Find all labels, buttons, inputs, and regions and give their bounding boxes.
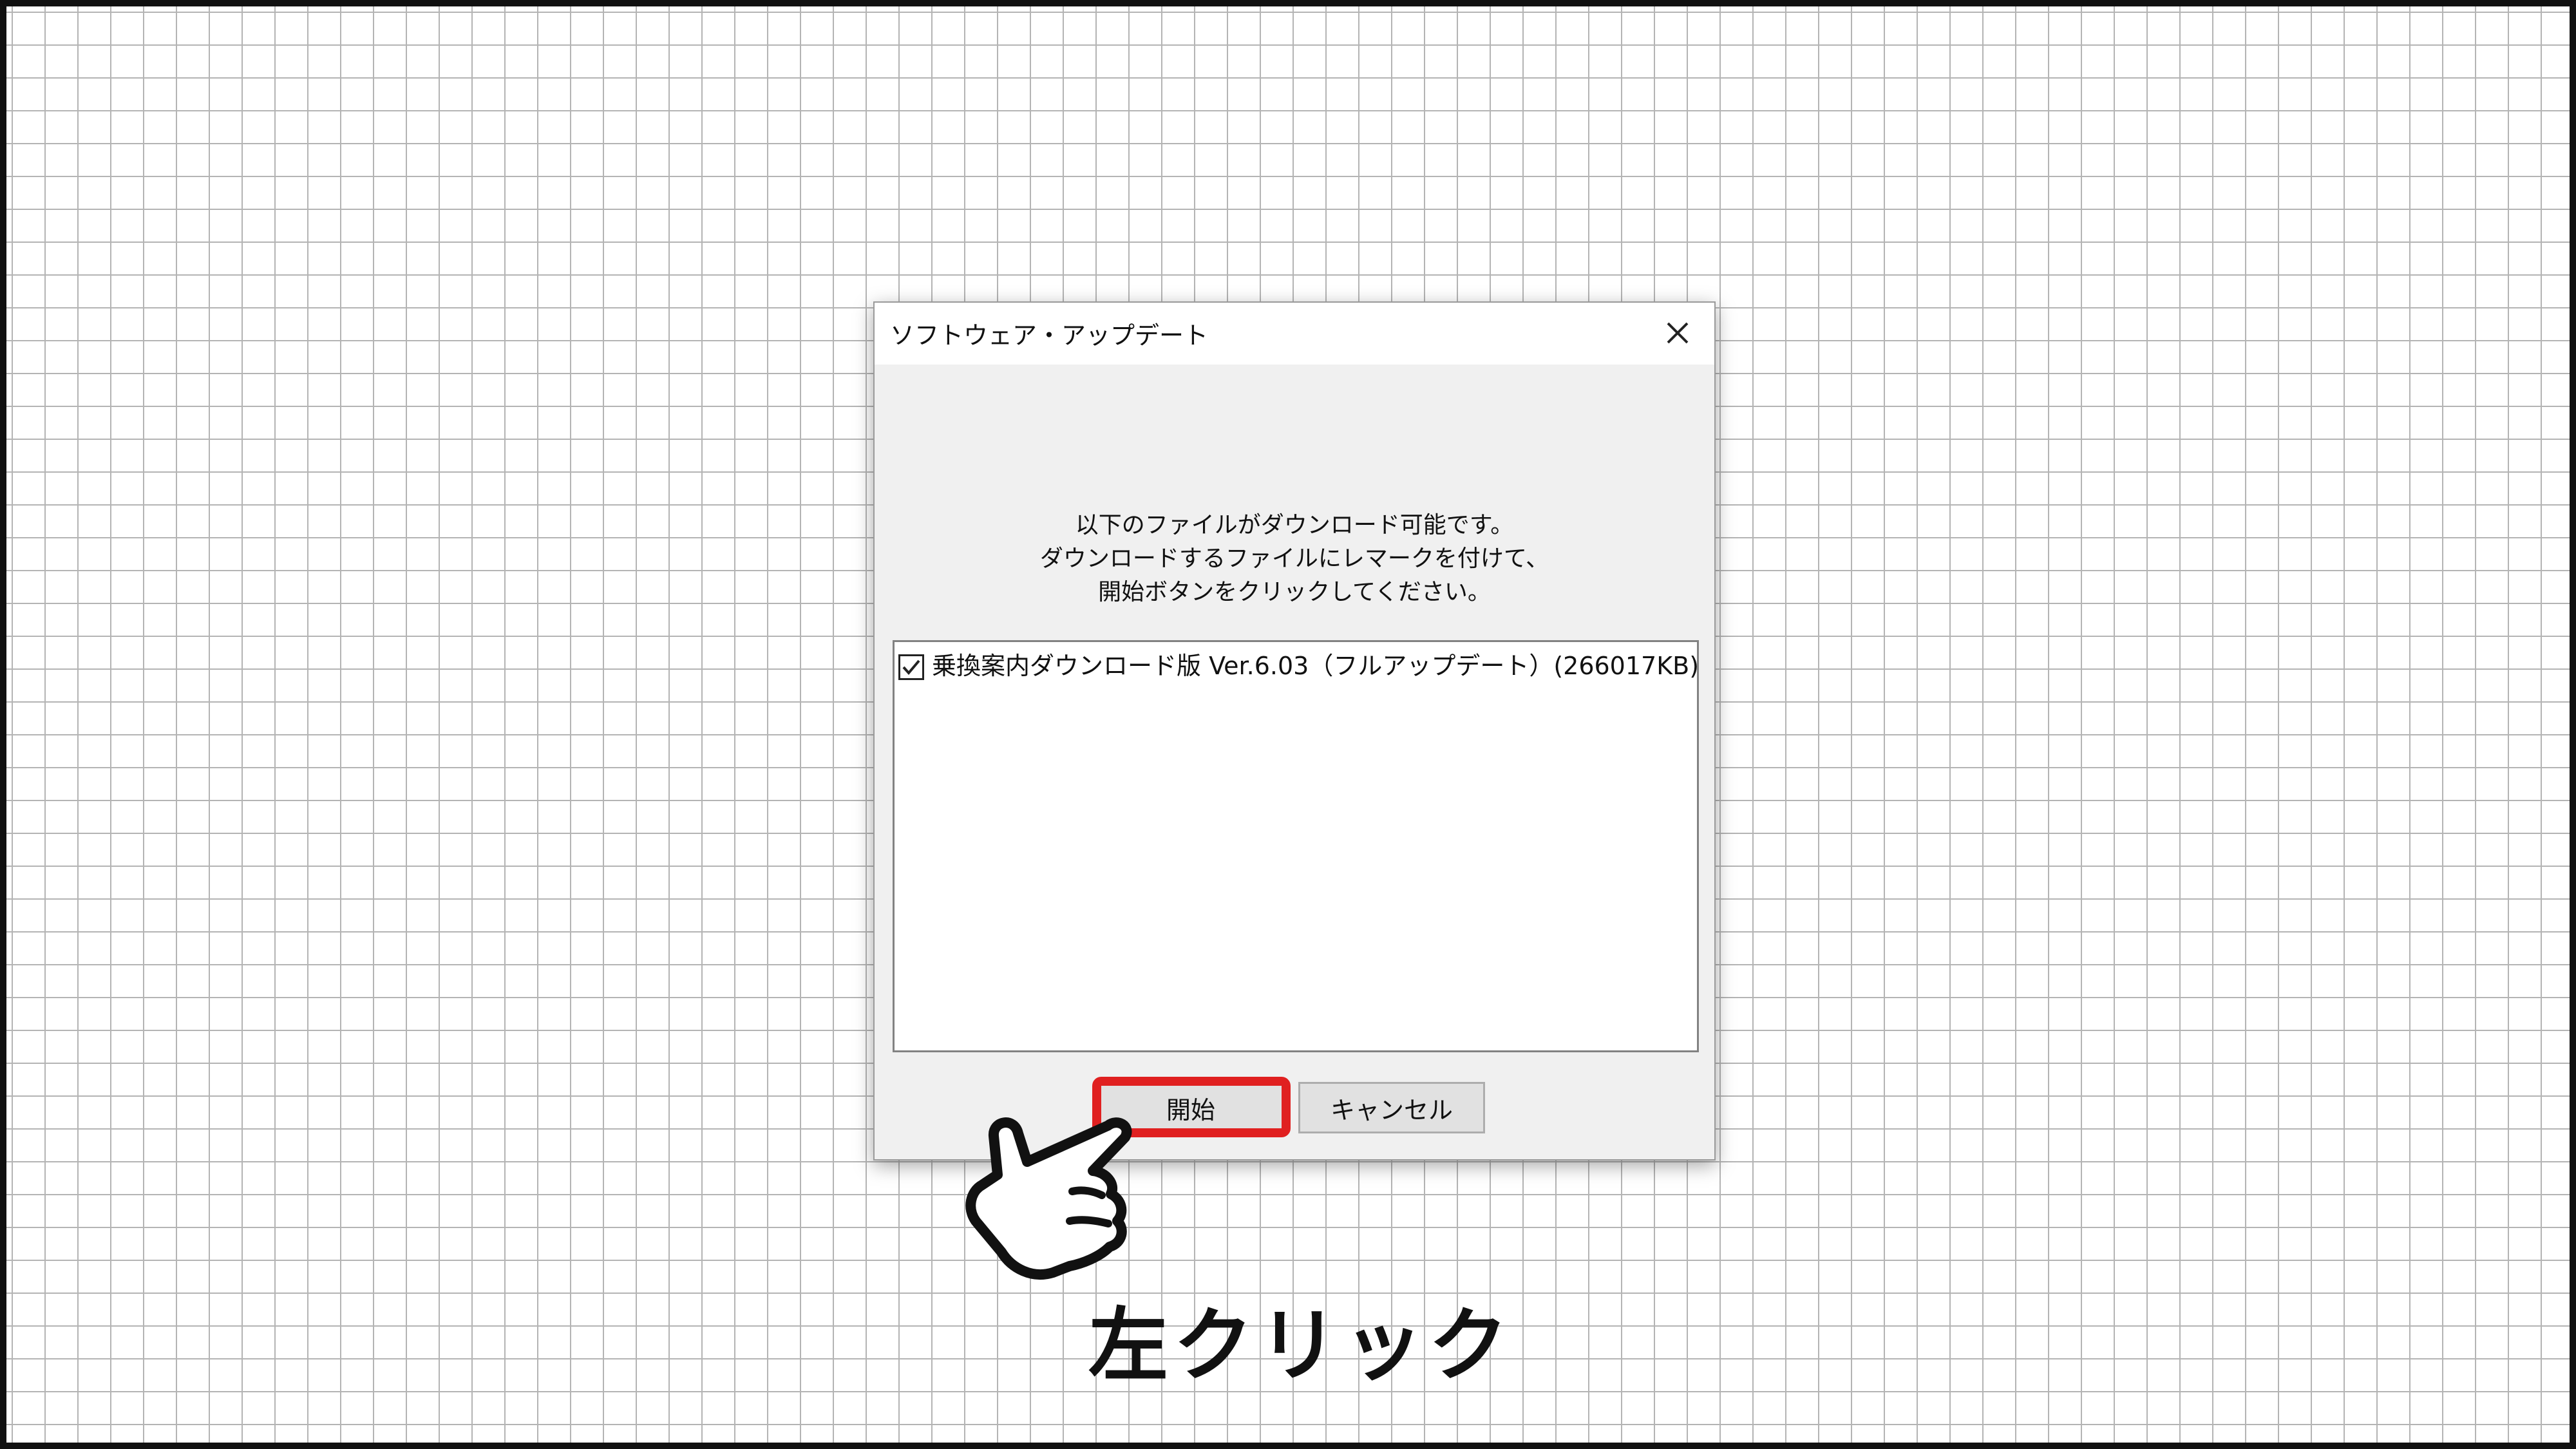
close-button[interactable] xyxy=(1660,316,1695,350)
dialog-titlebar: ソフトウェア・アップデート xyxy=(875,303,1714,365)
file-label: 乗換案内ダウンロード版 Ver.6.03（フルアップデート）(266017KB) xyxy=(932,651,1700,680)
cancel-button[interactable]: キャンセル xyxy=(1298,1082,1485,1133)
list-item[interactable]: 乗換案内ダウンロード版 Ver.6.03（フルアップデート）(266017KB) xyxy=(898,646,1699,681)
software-update-dialog: ソフトウェア・アップデート 以下のファイルがダウンロード可能です。 ダウンロード… xyxy=(873,301,1716,1160)
checkmark-icon xyxy=(902,659,920,676)
grid-background: ソフトウェア・アップデート 以下のファイルがダウンロード可能です。 ダウンロード… xyxy=(0,0,2576,1449)
message-line: ダウンロードするファイルにレマークを付けて、 xyxy=(1039,545,1549,572)
dialog-title: ソフトウェア・アップデート xyxy=(890,321,1209,350)
close-icon xyxy=(1667,322,1689,344)
message-line: 以下のファイルがダウンロード可能です。 xyxy=(1075,512,1514,538)
download-file-list[interactable]: 乗換案内ダウンロード版 Ver.6.03（フルアップデート）(266017KB) xyxy=(893,640,1699,1052)
file-checkbox[interactable] xyxy=(898,654,924,680)
message-line: 開始ボタンをクリックしてください。 xyxy=(1098,579,1491,605)
dialog-message: 以下のファイルがダウンロード可能です。 ダウンロードするファイルにレマークを付け… xyxy=(875,509,1714,609)
pointing-hand-icon xyxy=(965,1117,1132,1280)
left-click-caption: 左クリック xyxy=(1088,1300,1514,1392)
